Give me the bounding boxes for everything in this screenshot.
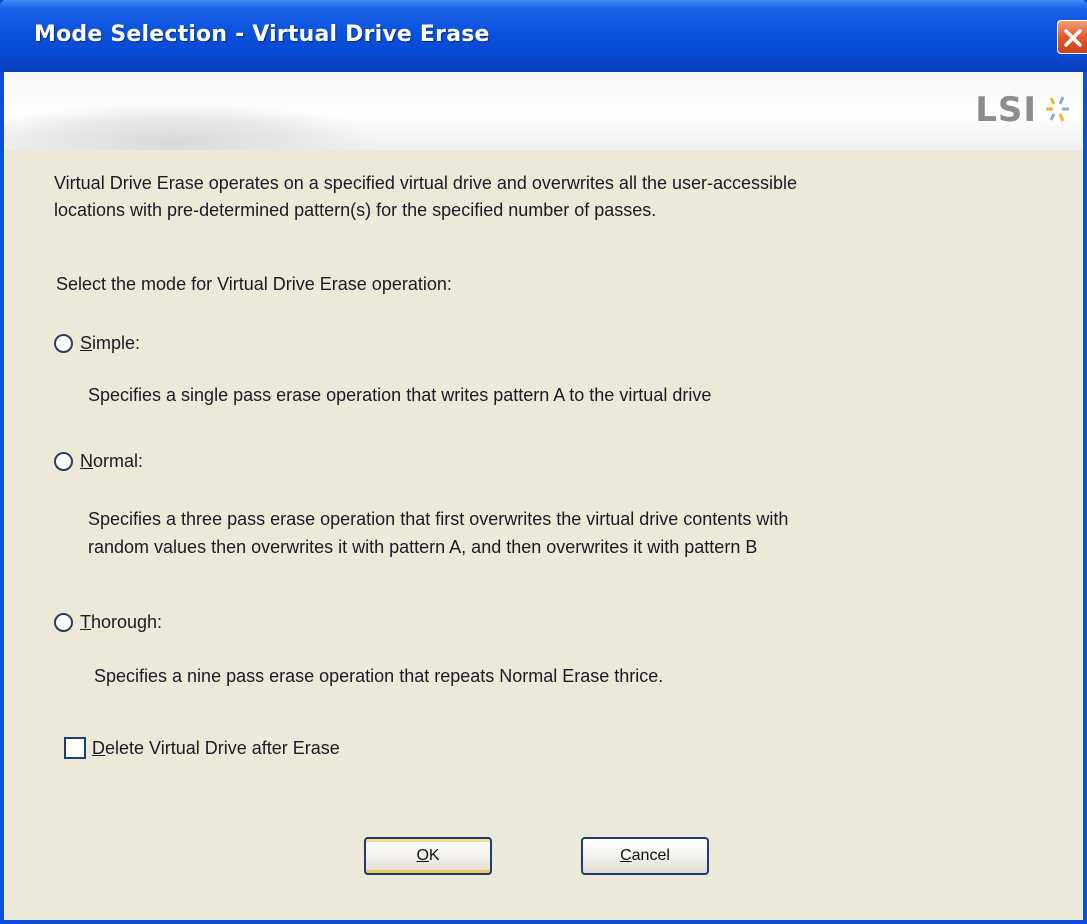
ok-accel: O (416, 847, 429, 864)
radio-simple-label-rest: imple: (92, 333, 141, 353)
title-bar[interactable]: Mode Selection - Virtual Drive Erase (0, 0, 1087, 72)
delete-after-erase-option[interactable]: Delete Virtual Drive after Erase (64, 737, 340, 759)
banner-swoosh (4, 102, 384, 150)
radio-thorough[interactable]: Thorough: (54, 612, 162, 633)
normal-description-line-1: Specifies a three pass erase operation t… (88, 509, 789, 529)
simple-description: Specifies a single pass erase operation … (88, 385, 712, 405)
dialog-window: Mode Selection - Virtual Drive Erase LSI… (0, 0, 1087, 924)
normal-description: Specifies a three pass erase operation t… (88, 505, 1018, 561)
cancel-label-rest: ancel (631, 847, 670, 864)
ok-label-rest: K (428, 847, 440, 864)
description-line-1: Virtual Drive Erase operates on a specif… (54, 173, 798, 193)
radio-simple[interactable]: Simple: (54, 333, 140, 354)
radio-thorough-label[interactable]: Thorough: (80, 612, 162, 633)
radio-normal-label[interactable]: Normal: (80, 451, 143, 472)
delete-label-rest: elete Virtual Drive after Erase (105, 737, 340, 758)
cancel-button[interactable]: Cancel (581, 837, 709, 875)
delete-after-erase-checkbox[interactable] (64, 737, 86, 759)
close-x-icon (1064, 29, 1082, 47)
delete-after-erase-label[interactable]: Delete Virtual Drive after Erase (92, 738, 340, 759)
ok-button[interactable]: OK (364, 837, 492, 875)
lsi-starburst-icon (1046, 96, 1069, 122)
delete-accel: D (92, 737, 105, 758)
radio-simple-label[interactable]: Simple: (80, 333, 140, 354)
operation-description: Virtual Drive Erase operates on a specif… (54, 170, 1044, 224)
thorough-description: Specifies a nine pass erase operation th… (94, 666, 664, 686)
radio-simple-circle[interactable] (54, 334, 73, 353)
mode-prompt: Select the mode for Virtual Drive Erase … (56, 274, 452, 294)
description-line-2: locations with pre-determined pattern(s)… (54, 200, 657, 220)
radio-thorough-label-rest: horough: (91, 612, 163, 632)
radio-normal-accel: N (80, 451, 93, 471)
normal-description-line-2: random values then overwrites it with pa… (88, 537, 758, 557)
radio-normal-label-rest: ormal: (93, 451, 144, 471)
window-title: Mode Selection - Virtual Drive Erase (34, 22, 490, 47)
radio-thorough-circle[interactable] (54, 613, 73, 632)
radio-normal-circle[interactable] (54, 452, 73, 471)
logo-text: LSI (975, 90, 1037, 130)
radio-thorough-accel: T (80, 612, 91, 632)
radio-normal[interactable]: Normal: (54, 451, 143, 472)
lsi-logo: LSI (975, 90, 1037, 130)
radio-simple-accel: S (80, 333, 93, 353)
cancel-accel: C (620, 847, 632, 864)
header-banner: LSI (4, 72, 1083, 150)
close-button[interactable] (1057, 20, 1087, 54)
